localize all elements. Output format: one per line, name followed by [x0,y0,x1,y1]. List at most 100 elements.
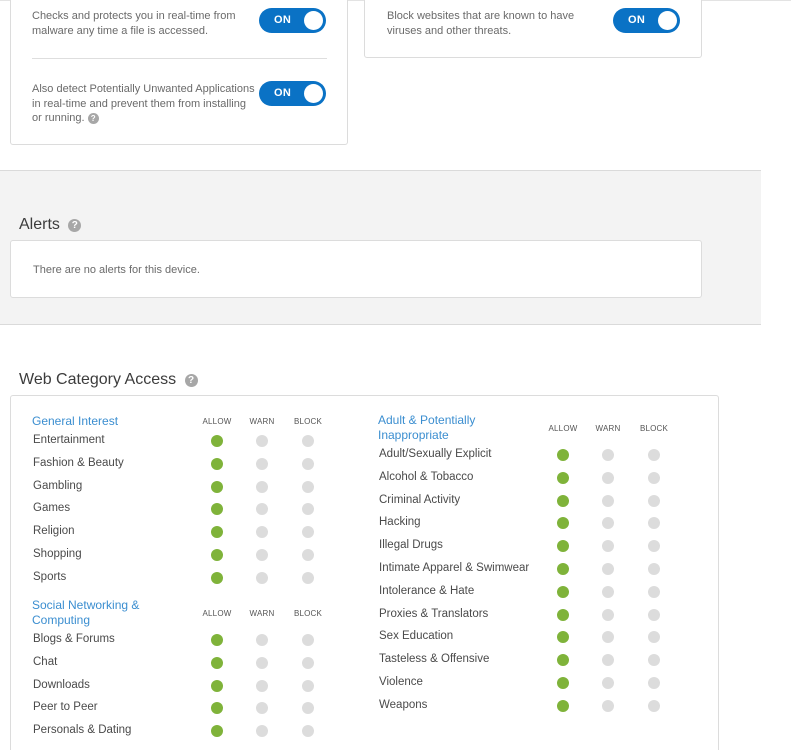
web-block-description: Block websites that are known to have vi… [387,10,575,37]
column-header-warn: WARN [249,609,275,618]
radio-block[interactable] [648,540,660,553]
radio-warn[interactable] [256,526,268,539]
radio-warn[interactable] [256,435,268,447]
radio-warn[interactable] [256,457,268,470]
category-group-heading: General Interest [32,414,118,429]
radio-block[interactable] [302,725,314,738]
toggle-label: ON [274,14,292,26]
radio-allow[interactable] [557,608,569,621]
radio-allow[interactable] [211,634,223,646]
group-heading-line: General Interest [32,414,119,428]
radio-warn[interactable] [602,517,614,530]
radio-warn[interactable] [256,656,268,669]
pua-description-text: Also detect Potentially Unwanted Applica… [32,83,255,124]
radio-warn[interactable] [256,503,268,516]
column-header-warn: WARN [249,417,275,426]
help-icon[interactable]: ? [87,112,99,124]
radio-block[interactable] [302,526,314,539]
alerts-title-text: Alerts [19,216,60,233]
group-heading-line: Social Networking & [32,598,140,612]
radio-block[interactable] [302,503,314,516]
toggle-label: ON [628,14,646,26]
radio-allow[interactable] [557,471,569,484]
radio-allow[interactable] [557,494,569,507]
category-name: Tasteless & Offensive [379,653,490,666]
radio-block[interactable] [302,457,314,470]
radio-warn[interactable] [602,563,614,575]
radio-allow[interactable] [211,702,223,715]
radio-allow[interactable] [211,549,223,561]
radio-block[interactable] [648,494,660,507]
radio-allow[interactable] [557,585,569,598]
radio-allow[interactable] [557,699,569,712]
help-icon[interactable]: ? [184,374,198,387]
radio-allow[interactable] [211,503,223,516]
radio-block[interactable] [648,654,660,667]
radio-warn[interactable] [602,631,614,644]
radio-allow[interactable] [211,679,223,692]
radio-warn[interactable] [602,699,614,712]
radio-warn[interactable] [256,549,268,561]
radio-warn[interactable] [256,571,268,584]
web-block-toggle[interactable]: ON [613,8,680,33]
radio-block[interactable] [648,471,660,484]
card-divider [32,58,327,59]
radio-block[interactable] [648,677,660,689]
radio-allow[interactable] [211,435,223,447]
radio-block[interactable] [302,634,314,646]
radio-block[interactable] [302,679,314,692]
radio-warn[interactable] [602,540,614,553]
radio-block[interactable] [648,608,660,621]
radio-warn[interactable] [256,480,268,493]
radio-block[interactable] [648,517,660,530]
category-name: Downloads [33,678,90,691]
radio-allow[interactable] [557,631,569,644]
radio-warn[interactable] [602,471,614,484]
radio-block[interactable] [648,563,660,575]
category-name: Weapons [379,698,428,711]
radio-warn[interactable] [256,702,268,715]
radio-warn[interactable] [602,677,614,689]
radio-block[interactable] [648,585,660,598]
radio-allow[interactable] [557,677,569,689]
alerts-title: Alerts ? [19,216,82,234]
radio-block[interactable] [302,480,314,493]
radio-warn[interactable] [602,654,614,667]
pua-toggle[interactable]: ON [259,81,326,106]
radio-block[interactable] [302,571,314,584]
radio-allow[interactable] [211,480,223,493]
radio-allow[interactable] [211,571,223,584]
radio-warn[interactable] [602,608,614,621]
radio-warn[interactable] [256,679,268,692]
help-icon[interactable]: ? [68,219,82,232]
category-name: Alcohol & Tobacco [379,470,474,483]
radio-block[interactable] [302,656,314,669]
radio-allow[interactable] [211,656,223,669]
radio-warn[interactable] [602,585,614,598]
radio-block[interactable] [302,435,314,447]
category-group-heading: Social Networking & Computing [32,598,139,628]
radio-allow[interactable] [557,517,569,530]
radio-allow[interactable] [211,725,223,738]
radio-allow[interactable] [211,526,223,539]
radio-block[interactable] [648,631,660,644]
radio-warn[interactable] [602,494,614,507]
radio-warn[interactable] [256,725,268,738]
radio-warn[interactable] [602,449,614,461]
radio-allow[interactable] [557,449,569,461]
radio-allow[interactable] [557,563,569,575]
category-name: Adult/Sexually Explicit [379,448,492,460]
category-name: Religion [33,525,75,538]
radio-block[interactable] [302,702,314,715]
radio-allow[interactable] [557,654,569,667]
radio-warn[interactable] [256,634,268,646]
radio-allow[interactable] [557,540,569,553]
column-header-allow: ALLOW [202,609,232,618]
file-scan-toggle[interactable]: ON [259,8,326,33]
radio-block[interactable] [302,549,314,561]
radio-block[interactable] [648,449,660,461]
category-name: Hacking [379,516,421,529]
radio-block[interactable] [648,699,660,712]
radio-allow[interactable] [211,457,223,470]
category-name: Personals & Dating [33,724,132,737]
